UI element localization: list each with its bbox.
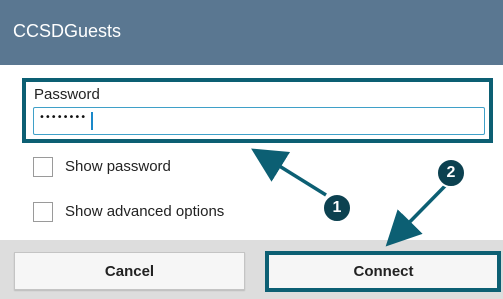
- step-2-badge: 2: [436, 158, 466, 188]
- cancel-button[interactable]: Cancel: [14, 252, 245, 290]
- show-advanced-options-checkbox[interactable]: [33, 202, 53, 222]
- show-advanced-options-label: Show advanced options: [65, 203, 225, 220]
- password-highlight-box: [22, 78, 493, 143]
- show-password-label: Show password: [65, 158, 171, 175]
- connect-highlight-box: [265, 251, 501, 292]
- wifi-connect-dialog: CCSDGuests Password •••••••• Show passwo…: [0, 0, 503, 299]
- dialog-titlebar: CCSDGuests: [0, 0, 503, 65]
- show-password-checkbox[interactable]: [33, 157, 53, 177]
- dialog-title: CCSDGuests: [13, 21, 122, 41]
- step-1-badge: 1: [322, 193, 352, 223]
